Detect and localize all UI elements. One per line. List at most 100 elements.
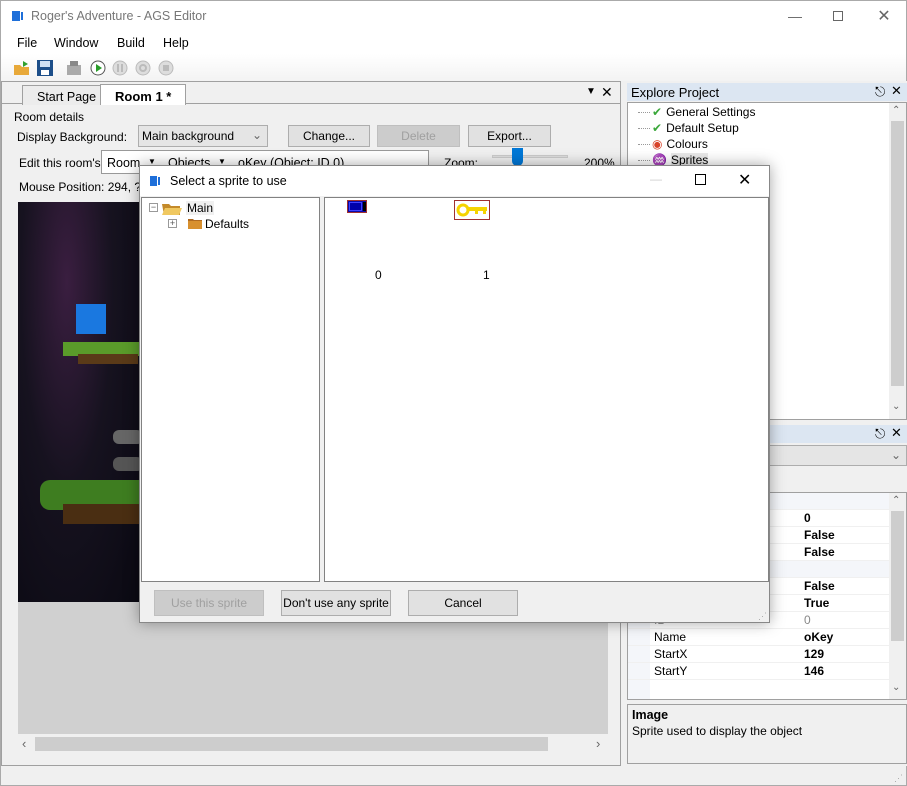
expand-icon[interactable]: + (168, 219, 177, 228)
resize-grip-icon[interactable]: ⋰ (894, 773, 903, 784)
checkmark-icon: ✔ (652, 121, 663, 135)
edit-room-dropdown[interactable]: Room (107, 156, 140, 170)
explorer-title-bar: Explore Project ⎋ ✕ (627, 83, 907, 101)
close-panel-icon[interactable]: ✕ (891, 83, 902, 99)
property-value[interactable]: 0 (804, 613, 811, 627)
stop-icon (158, 60, 174, 76)
room-details-label: Room details (14, 110, 85, 124)
menu-help[interactable]: Help (163, 36, 189, 50)
minimize-button[interactable]: — (772, 1, 818, 31)
sprite-0-thumbnail[interactable] (347, 200, 367, 213)
tree-line (638, 160, 650, 162)
app-icon (12, 11, 23, 21)
property-row[interactable]: Name oKey (628, 629, 890, 646)
property-help-box: Image Sprite used to display the object (627, 704, 907, 764)
cloud (113, 430, 140, 444)
tree-line (638, 144, 650, 146)
property-value[interactable]: False (804, 528, 835, 542)
scroll-thumb[interactable] (891, 121, 904, 386)
explorer-item[interactable]: ✔ General Settings (638, 105, 755, 121)
tree-line (638, 112, 650, 114)
dont-use-sprite-button[interactable]: Don't use any sprite (281, 590, 391, 616)
property-value[interactable]: False (804, 545, 835, 559)
property-name: Name (654, 630, 687, 644)
use-this-sprite-button: Use this sprite (154, 590, 264, 616)
property-row[interactable]: StartX 129 (628, 646, 890, 663)
resize-grip-icon[interactable]: ⋰ (758, 611, 767, 622)
change-button[interactable]: Change... (288, 125, 370, 147)
maximize-icon (833, 11, 843, 21)
explorer-scrollbar[interactable]: ⌃ ⌄ (889, 103, 906, 419)
background-select[interactable]: Main background ⌄ (138, 125, 268, 147)
tab-room-1[interactable]: Room 1 * (100, 84, 187, 105)
cancel-button[interactable]: Cancel (408, 590, 518, 616)
mouse-position: Mouse Position: 294, ? (19, 180, 142, 194)
ags-editor-window: Roger's Adventure - AGS Editor — ✕ File … (0, 0, 907, 786)
island-dirt (63, 504, 140, 524)
property-value[interactable]: True (804, 596, 829, 610)
run-icon[interactable] (89, 59, 107, 77)
property-value[interactable]: False (804, 579, 835, 593)
display-background-label: Display Background: (17, 130, 128, 144)
scroll-left-icon[interactable]: ‹ (22, 736, 26, 751)
explorer-item-label: Default Setup (666, 121, 739, 135)
menu-file[interactable]: File (17, 36, 37, 50)
edit-rooms-label: Edit this room's: (19, 156, 104, 170)
folder-icon (188, 219, 202, 229)
export-button[interactable]: Export... (468, 125, 551, 147)
scroll-down-icon[interactable]: ⌄ (892, 401, 900, 412)
open-folder-icon[interactable] (13, 59, 31, 77)
zoom-slider-track[interactable] (492, 155, 568, 158)
collapse-icon[interactable]: − (149, 203, 158, 212)
property-value[interactable]: 0 (804, 511, 811, 525)
sprite-1-number: 1 (483, 268, 490, 282)
island-dirt (78, 354, 138, 364)
minimize-icon: — (650, 172, 662, 186)
property-row[interactable]: StartY 146 (628, 663, 890, 680)
close-tab-icon[interactable]: ✕ (601, 84, 613, 101)
menu-window[interactable]: Window (54, 36, 98, 50)
property-value[interactable]: oKey (804, 630, 833, 644)
close-panel-icon[interactable]: ✕ (891, 425, 902, 441)
scroll-right-icon[interactable]: › (596, 736, 600, 751)
chevron-down-icon: ⌄ (890, 448, 901, 462)
scroll-up-icon[interactable]: ⌃ (892, 105, 900, 116)
sprite-list: 0 1 (324, 197, 769, 582)
delete-button: Delete (377, 125, 460, 147)
save-icon[interactable] (36, 59, 54, 77)
scroll-thumb[interactable] (891, 511, 904, 641)
menu-build[interactable]: Build (117, 36, 145, 50)
pin-icon[interactable]: ⎋ (875, 84, 885, 100)
zoom-slider-thumb[interactable] (512, 148, 524, 166)
property-value[interactable]: 146 (804, 664, 824, 678)
scroll-up-icon[interactable]: ⌃ (892, 495, 900, 506)
build-icon[interactable] (65, 59, 83, 77)
property-value[interactable]: 129 (804, 647, 824, 661)
close-icon: ✕ (877, 8, 891, 25)
help-text: Sprite used to display the object (632, 724, 803, 738)
tab-start-page[interactable]: Start Page (22, 85, 112, 105)
app-icon (150, 176, 160, 186)
open-folder-icon (162, 204, 182, 215)
maximize-icon[interactable] (695, 174, 706, 185)
close-button[interactable]: ✕ (861, 1, 907, 31)
explorer-item[interactable]: ✔ Default Setup (638, 121, 739, 137)
tab-strip: Start Page Room 1 * ▼ ✕ (2, 82, 620, 105)
tab-list-dropdown-icon[interactable]: ▼ (586, 86, 596, 97)
tree-item-defaults[interactable]: Defaults (205, 217, 249, 231)
scroll-thumb[interactable] (35, 737, 548, 751)
explorer-title: Explore Project (631, 85, 720, 100)
horizontal-scrollbar[interactable]: ‹ › (18, 736, 608, 752)
tree-item-main[interactable]: Main (186, 201, 215, 215)
maximize-button[interactable] (815, 1, 861, 31)
scroll-down-icon[interactable]: ⌄ (892, 682, 900, 693)
pin-icon[interactable]: ⎋ (875, 426, 885, 442)
close-icon[interactable]: ✕ (738, 170, 751, 190)
dialog-title-bar: Select a sprite to use — ✕ (140, 166, 769, 196)
sprite-1-thumbnail[interactable] (454, 200, 490, 220)
sprite-folder-tree: − Main + Defaults (141, 197, 320, 582)
explorer-item-label: Colours (666, 137, 708, 151)
properties-scrollbar[interactable]: ⌃ ⌄ (889, 493, 906, 699)
room-background-image (18, 202, 140, 602)
explorer-item[interactable]: ◉ Colours (638, 137, 708, 153)
